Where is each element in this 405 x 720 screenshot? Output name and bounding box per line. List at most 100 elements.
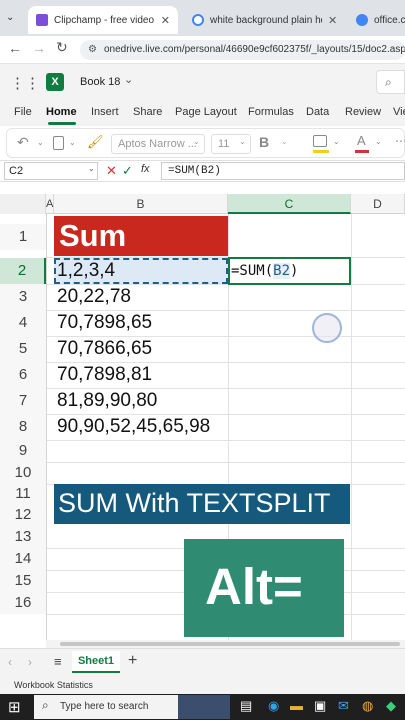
file-explorer-icon[interactable]: ▬ <box>290 698 303 713</box>
all-sheets-menu-icon[interactable]: ≡ <box>54 654 62 669</box>
title-chevron-down-icon[interactable]: ⌄ <box>124 73 133 86</box>
fill-color-chevron-down-icon[interactable]: ⌄ <box>333 137 340 146</box>
store-icon[interactable]: ▣ <box>314 698 326 714</box>
browser-tab-google[interactable]: white background plain hd free ✕ <box>186 6 346 34</box>
row-header-3[interactable]: 3 <box>0 284 46 310</box>
row-header-2[interactable]: 2 <box>0 258 46 284</box>
format-painter-icon[interactable]: 🖌 <box>87 134 104 150</box>
paste-chevron-down-icon[interactable]: ⌄ <box>69 138 76 147</box>
more-options-icon[interactable]: ⋯ <box>395 134 405 148</box>
clipchamp-favicon-icon <box>36 14 48 26</box>
search-highlight-image <box>178 695 230 719</box>
cell-b6[interactable]: 70,7898,81 <box>54 363 228 387</box>
column-header-d[interactable]: D <box>351 194 405 214</box>
row-header-15[interactable]: 15 <box>0 570 46 592</box>
row-header-10[interactable]: 10 <box>0 462 46 484</box>
task-view-icon[interactable]: ▤ <box>240 698 252 714</box>
column-header-a[interactable]: A <box>46 194 54 214</box>
cancel-icon[interactable]: ✕ <box>106 163 117 179</box>
formula-input[interactable]: =SUM(B2) <box>161 162 405 180</box>
tab-home[interactable]: Home <box>46 106 77 118</box>
url-field[interactable]: ⚙ onedrive.live.com/personal/46690e9cf60… <box>80 40 405 60</box>
horizontal-scrollbar[interactable] <box>46 640 405 648</box>
insert-function-icon[interactable]: fx <box>141 163 150 175</box>
banner-text: SUM With TEXTSPLIT <box>58 488 331 518</box>
undo-icon[interactable]: ↶ <box>17 134 29 151</box>
book-title[interactable]: Book 18 <box>80 76 120 88</box>
font-color-chevron-down-icon[interactable]: ⌄ <box>375 137 382 146</box>
name-box-chevron-down-icon[interactable]: ⌄ <box>88 164 95 173</box>
mail-icon[interactable]: ✉ <box>338 698 349 714</box>
tab-formulas[interactable]: Formulas <box>248 106 294 118</box>
scrollbar-thumb[interactable] <box>60 642 400 646</box>
tab-insert[interactable]: Insert <box>91 106 119 118</box>
column-header-c[interactable]: C <box>228 194 351 214</box>
row-header-16[interactable]: 16 <box>0 592 46 614</box>
search-icon[interactable]: ⌕ <box>376 70 405 94</box>
cell-b4[interactable]: 70,7898,65 <box>54 311 228 335</box>
sheet-tabs-bar: ‹ › ≡ Sheet1 + <box>0 648 405 676</box>
app-icon[interactable]: ◆ <box>386 698 396 714</box>
cell-c2-editing[interactable]: =SUM(B2) <box>228 257 351 285</box>
row-header-14[interactable]: 14 <box>0 548 46 570</box>
add-sheet-icon[interactable]: + <box>128 652 137 670</box>
row-header-9[interactable]: 9 <box>0 440 46 462</box>
cell-b8[interactable]: 90,90,52,45,65,98 <box>54 415 228 439</box>
close-tab-icon[interactable]: ✕ <box>161 14 170 27</box>
bold-icon[interactable]: B <box>259 134 269 150</box>
prev-sheet-icon[interactable]: ‹ <box>8 655 12 669</box>
browser-tab-office[interactable]: office.co <box>352 6 405 34</box>
name-box[interactable]: C2 <box>4 162 98 180</box>
paste-icon[interactable] <box>53 136 64 150</box>
font-color-icon[interactable]: A <box>357 133 366 148</box>
row-header-8[interactable]: 8 <box>0 414 46 440</box>
back-arrow-icon[interactable]: ← <box>8 40 22 56</box>
formula-suffix: ) <box>290 263 299 279</box>
tab-review[interactable]: Review <box>345 106 381 118</box>
cell-b7[interactable]: 81,89,90,80 <box>54 389 228 413</box>
sheet-tab-sheet1[interactable]: Sheet1 <box>72 651 120 673</box>
taskbar-search-box[interactable]: ⌕ Type here to search <box>34 695 180 719</box>
formula-bar: C2 ⌄ ✕ ✓ fx =SUM(B2) <box>0 160 405 182</box>
row-header-12[interactable]: 12 <box>0 504 46 526</box>
row-header-6[interactable]: 6 <box>0 362 46 388</box>
app-launcher-icon[interactable]: ⋮⋮ <box>10 74 40 92</box>
tab-share[interactable]: Share <box>133 106 162 118</box>
ribbon-tabs: File Home Insert Share Page Layout Formu… <box>0 100 405 126</box>
next-sheet-icon[interactable]: › <box>28 655 32 669</box>
cell-b3[interactable]: 20,22,78 <box>54 285 228 309</box>
row-header-11[interactable]: 11 <box>0 484 46 504</box>
cursor-highlight <box>312 313 342 343</box>
row-header-13[interactable]: 13 <box>0 526 46 548</box>
edge-browser-icon[interactable]: ◉ <box>268 698 279 714</box>
reload-icon[interactable]: ↻ <box>56 39 68 56</box>
more-chevron-down-icon[interactable]: ⌄ <box>281 137 288 146</box>
tab-list-chevron-icon[interactable]: ⌄ <box>6 12 20 26</box>
search-icon: ⌕ <box>42 698 49 712</box>
chrome-browser-icon[interactable]: ◍ <box>362 698 373 714</box>
browser-tab-clipchamp[interactable]: Clipchamp - free video editor & ✕ <box>28 6 178 34</box>
enter-checkmark-icon[interactable]: ✓ <box>122 163 133 179</box>
fill-color-icon[interactable] <box>313 135 327 147</box>
windows-start-icon[interactable]: ⊞ <box>8 698 21 716</box>
forward-arrow-icon[interactable]: → <box>32 40 46 56</box>
row-header-7[interactable]: 7 <box>0 388 46 414</box>
cell-b1[interactable]: Sum <box>54 216 228 256</box>
undo-chevron-down-icon[interactable]: ⌄ <box>37 138 44 147</box>
row-header-4[interactable]: 4 <box>0 310 46 336</box>
tab-view[interactable]: Vie <box>393 106 405 118</box>
column-header-b[interactable]: B <box>54 194 228 214</box>
cell-b5[interactable]: 70,7866,65 <box>54 337 228 361</box>
site-info-icon[interactable]: ⚙ <box>88 40 97 60</box>
row-header-5[interactable]: 5 <box>0 336 46 362</box>
select-all-corner[interactable] <box>0 194 46 214</box>
row-header-1[interactable]: 1 <box>0 224 46 250</box>
tab-file[interactable]: File <box>14 106 32 118</box>
cell-b2[interactable]: 1,2,3,4 <box>54 259 228 283</box>
windows-taskbar: ⊞ ⌕ Type here to search ▤ ◉ ▬ ▣ ✉ ◍ ◆ <box>0 694 405 720</box>
font-name-select[interactable]: Aptos Narrow ... <box>111 134 205 154</box>
tab-data[interactable]: Data <box>306 106 329 118</box>
close-tab-icon[interactable]: ✕ <box>328 14 337 27</box>
workbook-statistics[interactable]: Workbook Statistics <box>14 680 93 690</box>
tab-page-layout[interactable]: Page Layout <box>175 106 237 118</box>
